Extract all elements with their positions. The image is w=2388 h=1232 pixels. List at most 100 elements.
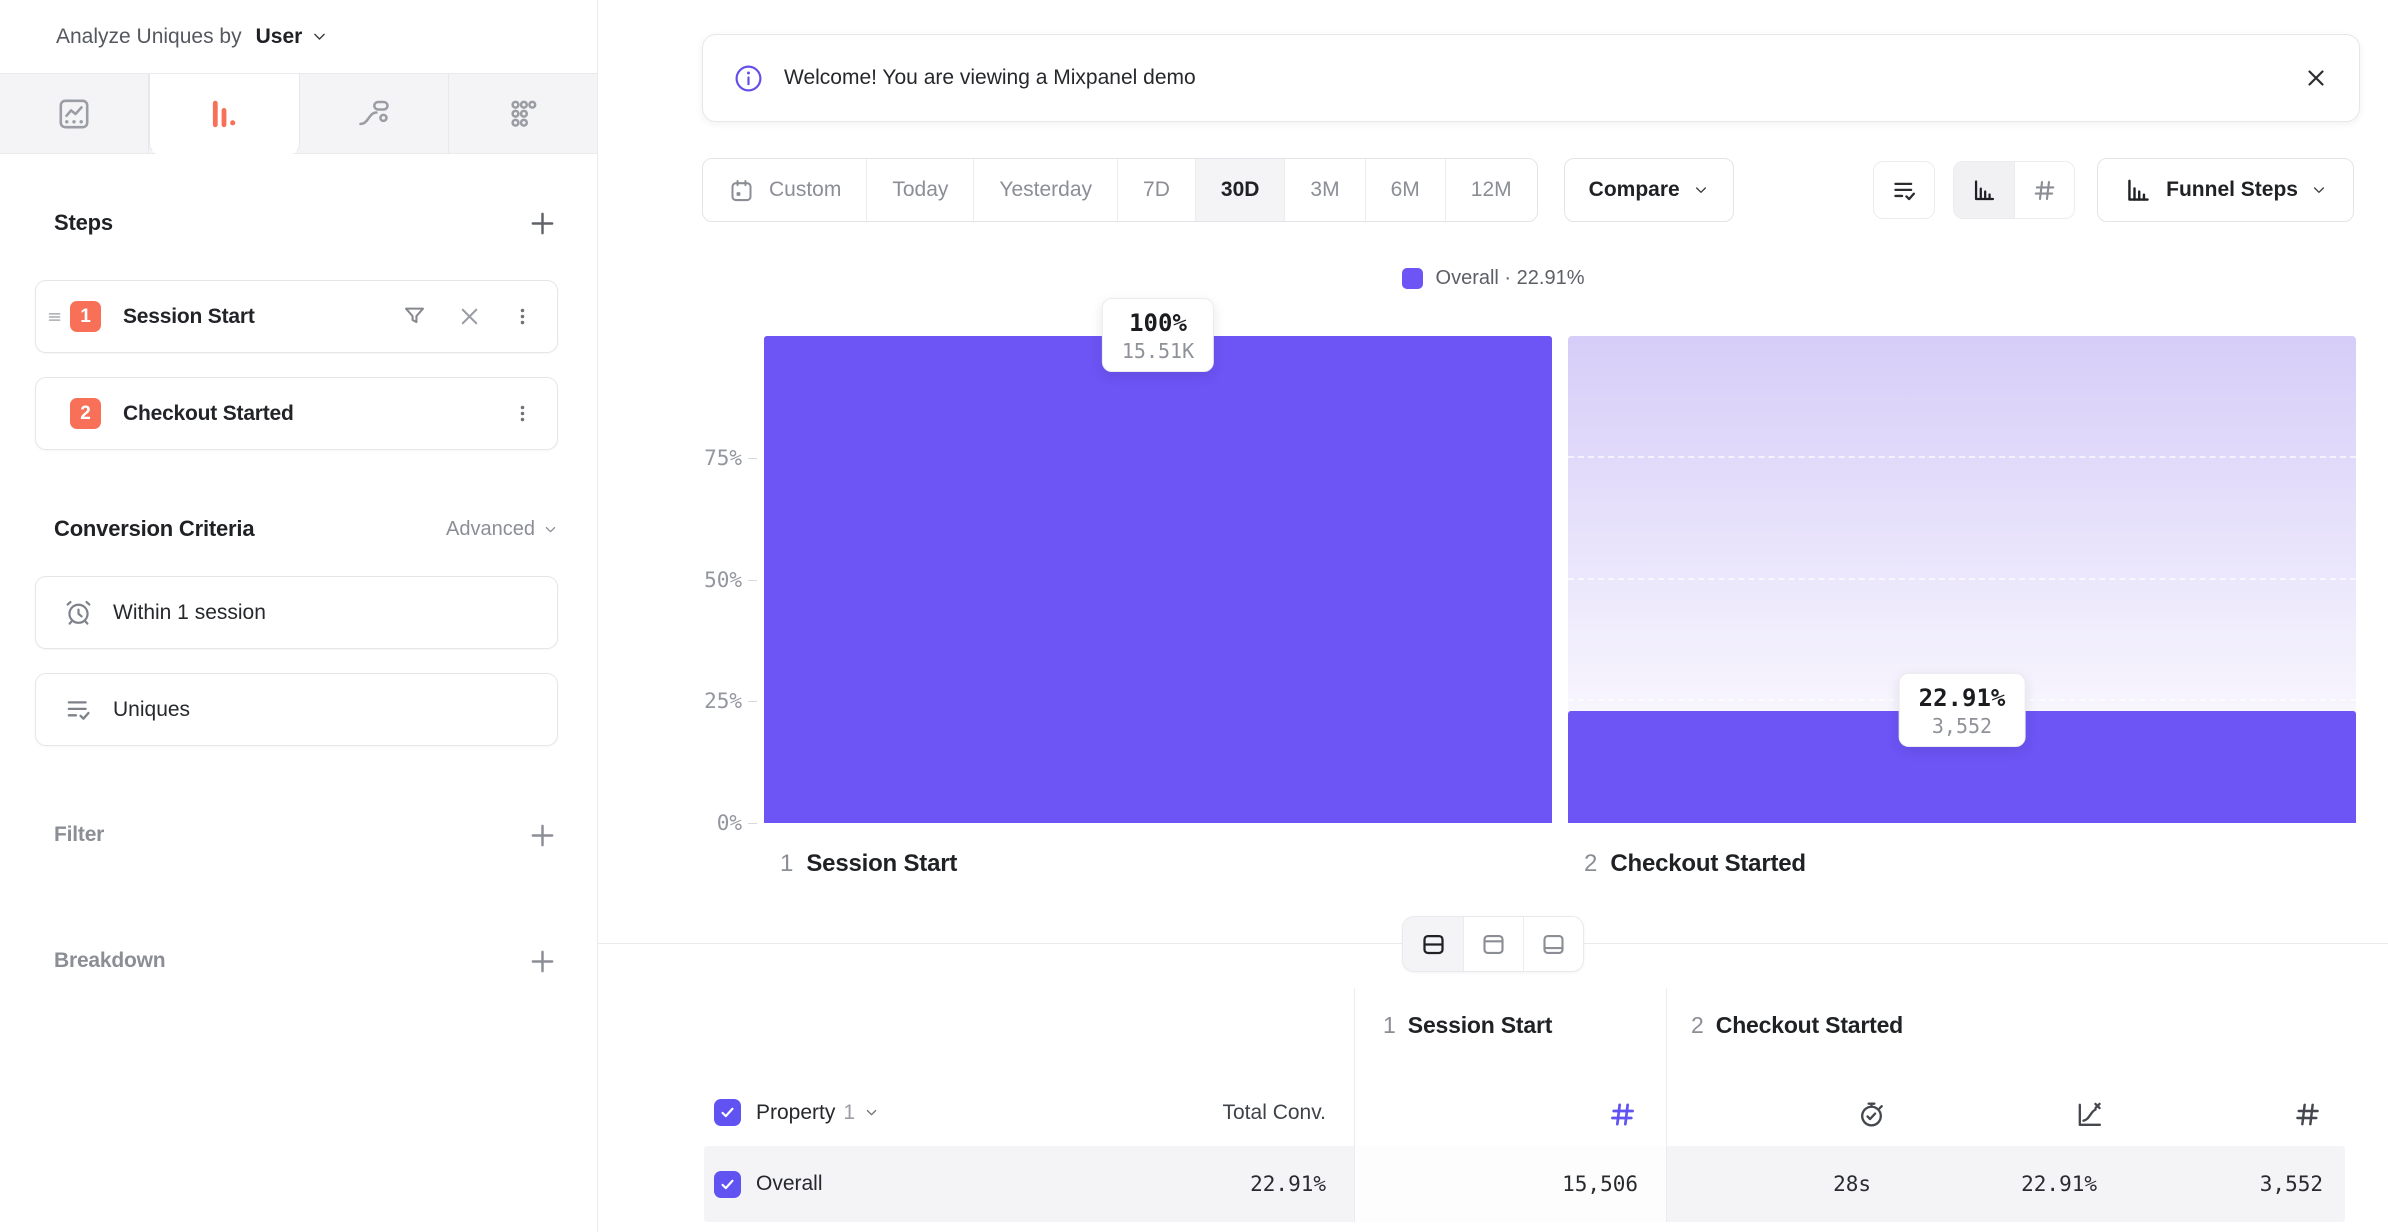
avg-time-metric-icon[interactable] [1691,1099,1909,1130]
step-event-label[interactable]: Checkout Started [123,402,294,426]
legend-swatch [1402,268,1423,289]
chart-toolbar: Custom Today Yesterday 7D 30D 3M 6M 12M … [702,158,2354,222]
range-label: 7D [1143,178,1170,202]
banner-close-icon[interactable] [2303,65,2329,91]
range-30d[interactable]: 30D [1195,159,1285,221]
analyze-by-label: Analyze Uniques by [56,25,242,49]
group-number: 2 [1691,1012,1704,1039]
total-conv-column-header[interactable]: Total Conv. [1223,1101,1355,1125]
info-icon [733,63,764,94]
bar-value-tooltip: 22.91% 3,552 [1899,673,2026,747]
mixpanel-funnel-app: Analyze Uniques by User [0,0,2388,1232]
checkout-avg-time: 28s [1833,1172,1871,1196]
y-axis-tick: 25% [704,688,764,714]
step-remove-icon[interactable] [456,303,483,330]
chevron-down-icon [1693,182,1709,198]
step-kebab-menu-icon[interactable] [510,401,535,426]
step-kebab-menu-icon[interactable] [510,304,535,329]
row-total-conv: 22.91% [1250,1172,1354,1196]
analyze-by-selector[interactable]: User [256,25,329,49]
conversion-window-card[interactable]: Within 1 session [35,576,558,649]
bar-percent-label: 22.91% [1919,683,2006,713]
chevron-down-icon [2311,182,2327,198]
range-7d[interactable]: 7D [1117,159,1195,221]
range-today[interactable]: Today [866,159,973,221]
hash-metric-icon[interactable] [2127,1099,2345,1130]
range-label: Today [892,178,948,202]
layout-table-only-icon[interactable] [1523,917,1583,971]
step-event-label[interactable]: Session Start [123,305,255,329]
range-label: 3M [1310,178,1339,202]
tab-flows[interactable] [300,74,449,153]
bar-chart-toggle[interactable] [1954,162,2014,218]
number-toggle[interactable] [2014,162,2074,218]
hash-icon [2031,177,2058,204]
analyze-header: Analyze Uniques by User [0,0,597,73]
range-3m[interactable]: 3M [1284,159,1364,221]
bar-value-tooltip: 100% 15.51K [1102,298,1214,372]
grid-line [1568,456,2356,458]
column-group-session-start: 1 Session Start [1383,1012,1638,1039]
group-label: Checkout Started [1716,1012,1903,1039]
range-6m[interactable]: 6M [1365,159,1445,221]
uniques-metric-button[interactable] [1873,161,1935,219]
range-custom[interactable]: Custom [703,159,866,221]
demo-banner: Welcome! You are viewing a Mixpanel demo [702,34,2360,122]
chart-legend: Overall · 22.91% [598,266,2388,290]
column-group-checkout-started: 2 Checkout Started [1691,1012,2345,1039]
chevron-down-icon [311,28,328,45]
range-12m[interactable]: 12M [1445,159,1537,221]
range-label: Custom [769,178,841,202]
steps-title: Steps [54,210,113,236]
layout-chart-only-icon[interactable] [1463,917,1523,971]
advanced-dropdown[interactable]: Advanced [446,518,558,541]
analyze-by-value: User [256,25,303,49]
bar-chart-icon [1971,177,1998,204]
x-axis-label-2: 2 Checkout Started [1568,849,2356,879]
funnel-bars-icon [206,96,242,132]
table-header: Property 1 Total Conv. 1 Session Start [704,988,2345,1146]
compare-button[interactable]: Compare [1564,158,1734,222]
step-name: Checkout Started [1610,850,1806,878]
counting-method-label: Uniques [113,698,190,722]
hash-metric-icon[interactable] [1607,1099,1638,1130]
step-number-badge: 2 [70,398,101,429]
table-row-overall[interactable]: Overall 22.91% 15,506 28s 22.91% 3,552 [704,1146,2345,1222]
report-main: Welcome! You are viewing a Mixpanel demo… [598,0,2388,1232]
tab-retention[interactable] [449,74,597,153]
funnel-bar-session-start[interactable]: 100% 15.51K [764,336,1552,823]
session-start-count: 15,506 [1562,1172,1638,1196]
layout-split-icon[interactable] [1403,917,1463,971]
step-card-1[interactable]: 1 Session Start [35,280,558,353]
group-label: Session Start [1408,1012,1552,1039]
step-name: Session Start [806,850,957,878]
step-card-2[interactable]: 2 Checkout Started [35,377,558,450]
conversion-trend-metric-icon[interactable] [1909,1099,2127,1130]
step-number: 1 [780,850,793,878]
range-label: 12M [1471,178,1512,202]
property-column-header[interactable]: Property [756,1101,835,1125]
x-axis-label-1: 1 Session Start [764,849,1552,879]
breakdown-title: Breakdown [54,949,165,973]
step-filter-icon[interactable] [400,302,429,331]
add-filter-button[interactable] [527,820,558,851]
funnel-bar-converted[interactable] [764,336,1552,823]
add-breakdown-button[interactable] [527,946,558,977]
range-yesterday[interactable]: Yesterday [973,159,1117,221]
conversion-criteria-section: Conversion Criteria Advanced Within 1 se… [0,512,597,746]
counting-method-card[interactable]: Uniques [35,673,558,746]
step-number-badge: 1 [70,301,101,332]
chevron-down-icon[interactable] [864,1105,879,1120]
funnel-plot-area: 75% 50% 25% 0% 100% 15.51K [764,336,2356,823]
breakdown-section: Breakdown [0,944,597,978]
tab-funnels[interactable] [149,74,299,154]
row-checkbox[interactable] [714,1171,741,1198]
view-selector-label: Funnel Steps [2166,178,2298,202]
chart-view-selector[interactable]: Funnel Steps [2097,158,2354,222]
add-step-button[interactable] [527,208,558,239]
select-all-checkbox[interactable] [714,1099,741,1126]
drag-handle-icon[interactable] [44,306,70,328]
date-range-segmented-control: Custom Today Yesterday 7D 30D 3M 6M 12M [702,158,1538,222]
funnel-bar-checkout-started[interactable]: 22.91% 3,552 [1568,336,2356,823]
tab-insights[interactable] [0,74,149,153]
